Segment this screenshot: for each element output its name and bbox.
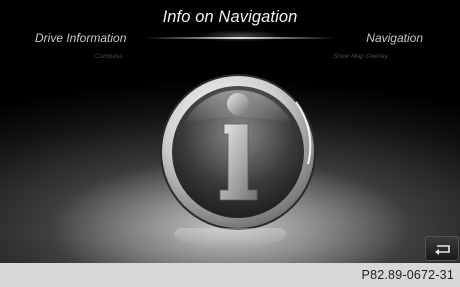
menu-subitem-show-map-overlay[interactable]: Show Map Overlay [333, 53, 388, 60]
menu-subitem-compass[interactable]: Compass [95, 53, 122, 60]
back-button[interactable] [425, 236, 459, 261]
display-screen: Info on Navigation Drive Information Com… [0, 0, 460, 263]
icon-reflection [174, 228, 286, 248]
back-arrow-icon [435, 245, 450, 255]
info-icon [160, 74, 316, 230]
figure-caption: P82.89-0672-31 [361, 268, 454, 282]
page-title: Info on Navigation [162, 8, 298, 26]
menu-item-navigation[interactable]: Navigation [366, 31, 423, 45]
title-underline [145, 37, 335, 39]
title-glow [195, 30, 285, 42]
menu-item-drive-information[interactable]: Drive Information [35, 31, 126, 45]
